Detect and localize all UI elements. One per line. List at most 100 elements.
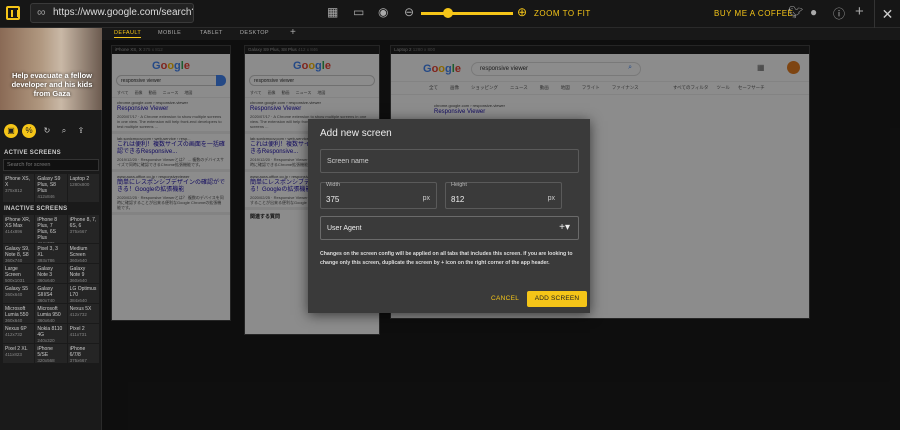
screen-item[interactable]: iPhone 5/SE 320x568 [35, 344, 67, 363]
screen-item[interactable]: Pixel 2 411x731 [67, 324, 99, 343]
zoom-to-fit-button[interactable]: ZOOM TO FIT [534, 9, 591, 18]
screen-item[interactable]: Laptop 2 1280x800 [67, 174, 99, 202]
zoom-slider[interactable] [421, 12, 513, 15]
screen-name: iPhone XR, XS Max [5, 217, 31, 229]
screen-dimensions: 412x732 [5, 332, 23, 337]
screen-item[interactable]: Galaxy S9, Note 8, S8 360x740 [3, 244, 35, 263]
camera-icon[interactable]: ◉ [378, 5, 388, 19]
screen-name: iPhone 8, 7, 6S, 6 [69, 217, 97, 229]
upload-icon[interactable]: ⇪ [74, 124, 88, 138]
zoom-out-icon[interactable]: ⊖ [404, 5, 414, 19]
screen-item[interactable]: Microsoft Lumia 950 360x640 [35, 304, 67, 323]
screen-dimensions: 240x320 [37, 338, 55, 343]
screen-dimensions: 411x731 [69, 332, 87, 337]
screen-dimensions: 1280x800 [69, 182, 90, 187]
zoom-slider-knob[interactable] [443, 8, 453, 18]
height-label: Height [451, 182, 467, 188]
screen-name: Large Screen [5, 266, 21, 278]
grid-layout-icon[interactable]: ▦ [327, 5, 338, 19]
screen-dimensions: 360x740 [37, 298, 55, 303]
single-screen-icon[interactable]: ▭ [353, 5, 364, 19]
gaza-banner[interactable]: Help evacuate a fellow developer and his… [0, 28, 102, 110]
width-unit: px [422, 195, 430, 202]
screen-item[interactable]: Galaxy SIII/S4 360x740 [35, 284, 67, 303]
screen-item[interactable]: Nexus 6P 412x732 [3, 324, 35, 343]
screen-item[interactable]: Galaxy S9 Plus, S8 Plus 412x846 [35, 174, 67, 202]
screen-dimensions: 360x640 [69, 278, 87, 283]
screen-item[interactable]: iPhone XS, X 375x812 [3, 174, 35, 202]
screen-name: iPhone XS, X [5, 176, 31, 188]
screen-name: Microsoft Lumia 550 [5, 306, 29, 318]
screen-search-input[interactable]: Search for screen [3, 159, 99, 171]
buy-me-a-coffee-link[interactable]: BUY ME A COFFEE [714, 9, 793, 18]
add-tab-icon[interactable]: + [290, 27, 296, 38]
screen-name: Galaxy S9, Note 8, S8 [5, 246, 30, 258]
app-logo-icon [6, 6, 20, 20]
pin-icon[interactable]: ▣ [4, 124, 18, 138]
screen-dimensions: 320x568 [37, 358, 55, 363]
tab-desktop[interactable]: DESKTOP [240, 30, 269, 36]
screen-name: Nokia 8110 4G [37, 326, 63, 338]
filter-icon[interactable]: % [22, 124, 36, 138]
config-note: Changes on the screen config will be app… [320, 251, 573, 266]
screen-item[interactable]: Pixel 3, 3 XL 393x786 [35, 244, 67, 263]
add-screen-dialog: Add new screen Screen name Width 375 px … [308, 119, 590, 313]
screen-item[interactable]: Pixel 2 XL 411x823 [3, 344, 35, 363]
screen-name: LG Optimus L70 [69, 286, 97, 298]
add-screen-icon[interactable]: + [855, 3, 864, 20]
screen-name: Microsoft Lumia 950 [37, 306, 61, 318]
screen-name-input[interactable]: Screen name [320, 149, 579, 173]
screen-item[interactable]: Galaxy Note 9 360x640 [67, 264, 99, 283]
screen-item[interactable]: iPhone XR, XS Max 414x896 [3, 215, 35, 243]
screen-dimensions: 375x812 [5, 188, 23, 193]
close-icon[interactable]: ✕ [874, 0, 900, 28]
tab-mobile[interactable]: MOBILE [158, 30, 181, 36]
screen-name: iPhone 6/7/8 [69, 346, 86, 358]
url-input[interactable]: ∞ https://www.google.com/search?q= [30, 3, 194, 23]
screen-dimensions: 360x640 [37, 318, 55, 323]
zoom-in-icon[interactable]: ⊕ [517, 5, 527, 19]
screen-item[interactable]: Galaxy S5 360x640 [3, 284, 35, 303]
screen-item[interactable]: Nokia 8110 4G 240x320 [35, 324, 67, 343]
screen-name: Galaxy SIII/S4 [37, 286, 53, 298]
screen-item[interactable]: LG Optimus L70 384x640 [67, 284, 99, 303]
active-screens-title: ACTIVE SCREENS [4, 150, 61, 156]
screen-item[interactable]: iPhone 8 Plus, 7 Plus, 6S Plus414x736 [35, 215, 67, 243]
screen-item[interactable]: Large Screen 500x1031 [3, 264, 35, 283]
inactive-screens-grid: iPhone XR, XS Max 414x896 iPhone 8 Plus, 7… [3, 215, 99, 363]
screen-dimensions: 393x786 [37, 258, 55, 263]
sidebar: Help evacuate a fellow developer and his… [0, 28, 102, 430]
screen-item[interactable]: Microsoft Lumia 550 360x640 [3, 304, 35, 323]
screen-item[interactable]: Medium Screen 360x640 [67, 244, 99, 263]
inactive-screens-title: INACTIVE SCREENS [4, 206, 68, 212]
screen-dimensions: 360x640 [5, 292, 23, 297]
screen-dimensions: 500x1031 [5, 278, 25, 283]
height-input[interactable]: Height 812 px [445, 182, 562, 209]
screen-item[interactable]: Galaxy Note 3 360x640 [35, 264, 67, 283]
width-input[interactable]: Width 375 px [320, 182, 437, 209]
screen-dimensions: 384x640 [69, 298, 87, 303]
tab-default[interactable]: DEFAULT [114, 30, 142, 38]
screen-item[interactable]: Nexus 5X 412x732 [67, 304, 99, 323]
add-screen-button[interactable]: ADD SCREEN [527, 291, 587, 307]
search-icon[interactable]: ⌕ [57, 124, 71, 138]
tab-tablet[interactable]: TABLET [200, 30, 223, 36]
screen-item[interactable]: iPhone 6/7/8 375x667 [67, 344, 99, 363]
screen-name: iPhone 5/SE [37, 346, 53, 358]
screen-name: Medium Screen [69, 246, 88, 258]
screen-name: Galaxy Note 9 [69, 266, 86, 278]
screen-dimensions: 375x667 [69, 358, 87, 363]
rotate-icon[interactable]: ↻ [40, 124, 54, 138]
user-agent-select[interactable]: User Agent +▾ [320, 216, 579, 240]
help-icon[interactable]: ⓘ [833, 5, 845, 22]
width-value: 375 [326, 195, 340, 204]
screen-name-placeholder: Screen name [327, 158, 369, 165]
app-header: ∞ https://www.google.com/search?q= ▦ ▭ ◉… [0, 0, 900, 28]
screen-item[interactable]: iPhone 8, 7, 6S, 6 375x667 [67, 215, 99, 243]
twitter-icon[interactable]: 🐦︎ [788, 5, 803, 19]
add-user-agent-icon[interactable]: +▾ [559, 222, 570, 233]
github-icon[interactable]: ● [810, 5, 817, 19]
cancel-button[interactable]: CANCEL [491, 295, 519, 302]
height-value: 812 [451, 195, 465, 204]
user-agent-label: User Agent [327, 225, 362, 232]
